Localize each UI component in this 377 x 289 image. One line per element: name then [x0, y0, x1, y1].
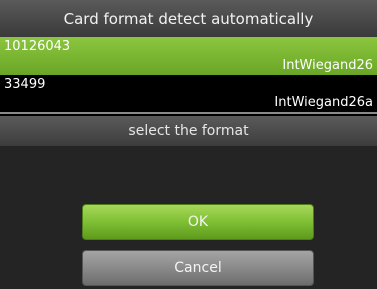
cancel-button-label: Cancel [174, 260, 222, 276]
ok-button-label: OK [187, 214, 209, 230]
card-number: 10126043 [4, 39, 71, 54]
card-row-selected[interactable]: 10126043 IntWiegand26 [0, 37, 377, 75]
card-format: IntWiegand26a [274, 95, 373, 110]
cancel-button[interactable]: Cancel [82, 250, 314, 286]
screen: Card format detect automatically 1012604… [0, 0, 377, 289]
card-row[interactable]: 33499 IntWiegand26a [0, 75, 377, 114]
dialog-prompt: select the format [128, 123, 249, 139]
dialog-header: select the format [0, 116, 377, 146]
page-title: Card format detect automatically [63, 9, 314, 28]
ok-button[interactable]: OK [82, 204, 314, 240]
format-dialog: select the format OK Cancel [0, 116, 377, 289]
title-bar: Card format detect automatically [0, 0, 377, 37]
card-format: IntWiegand26 [282, 58, 373, 73]
card-number: 33499 [4, 77, 46, 92]
